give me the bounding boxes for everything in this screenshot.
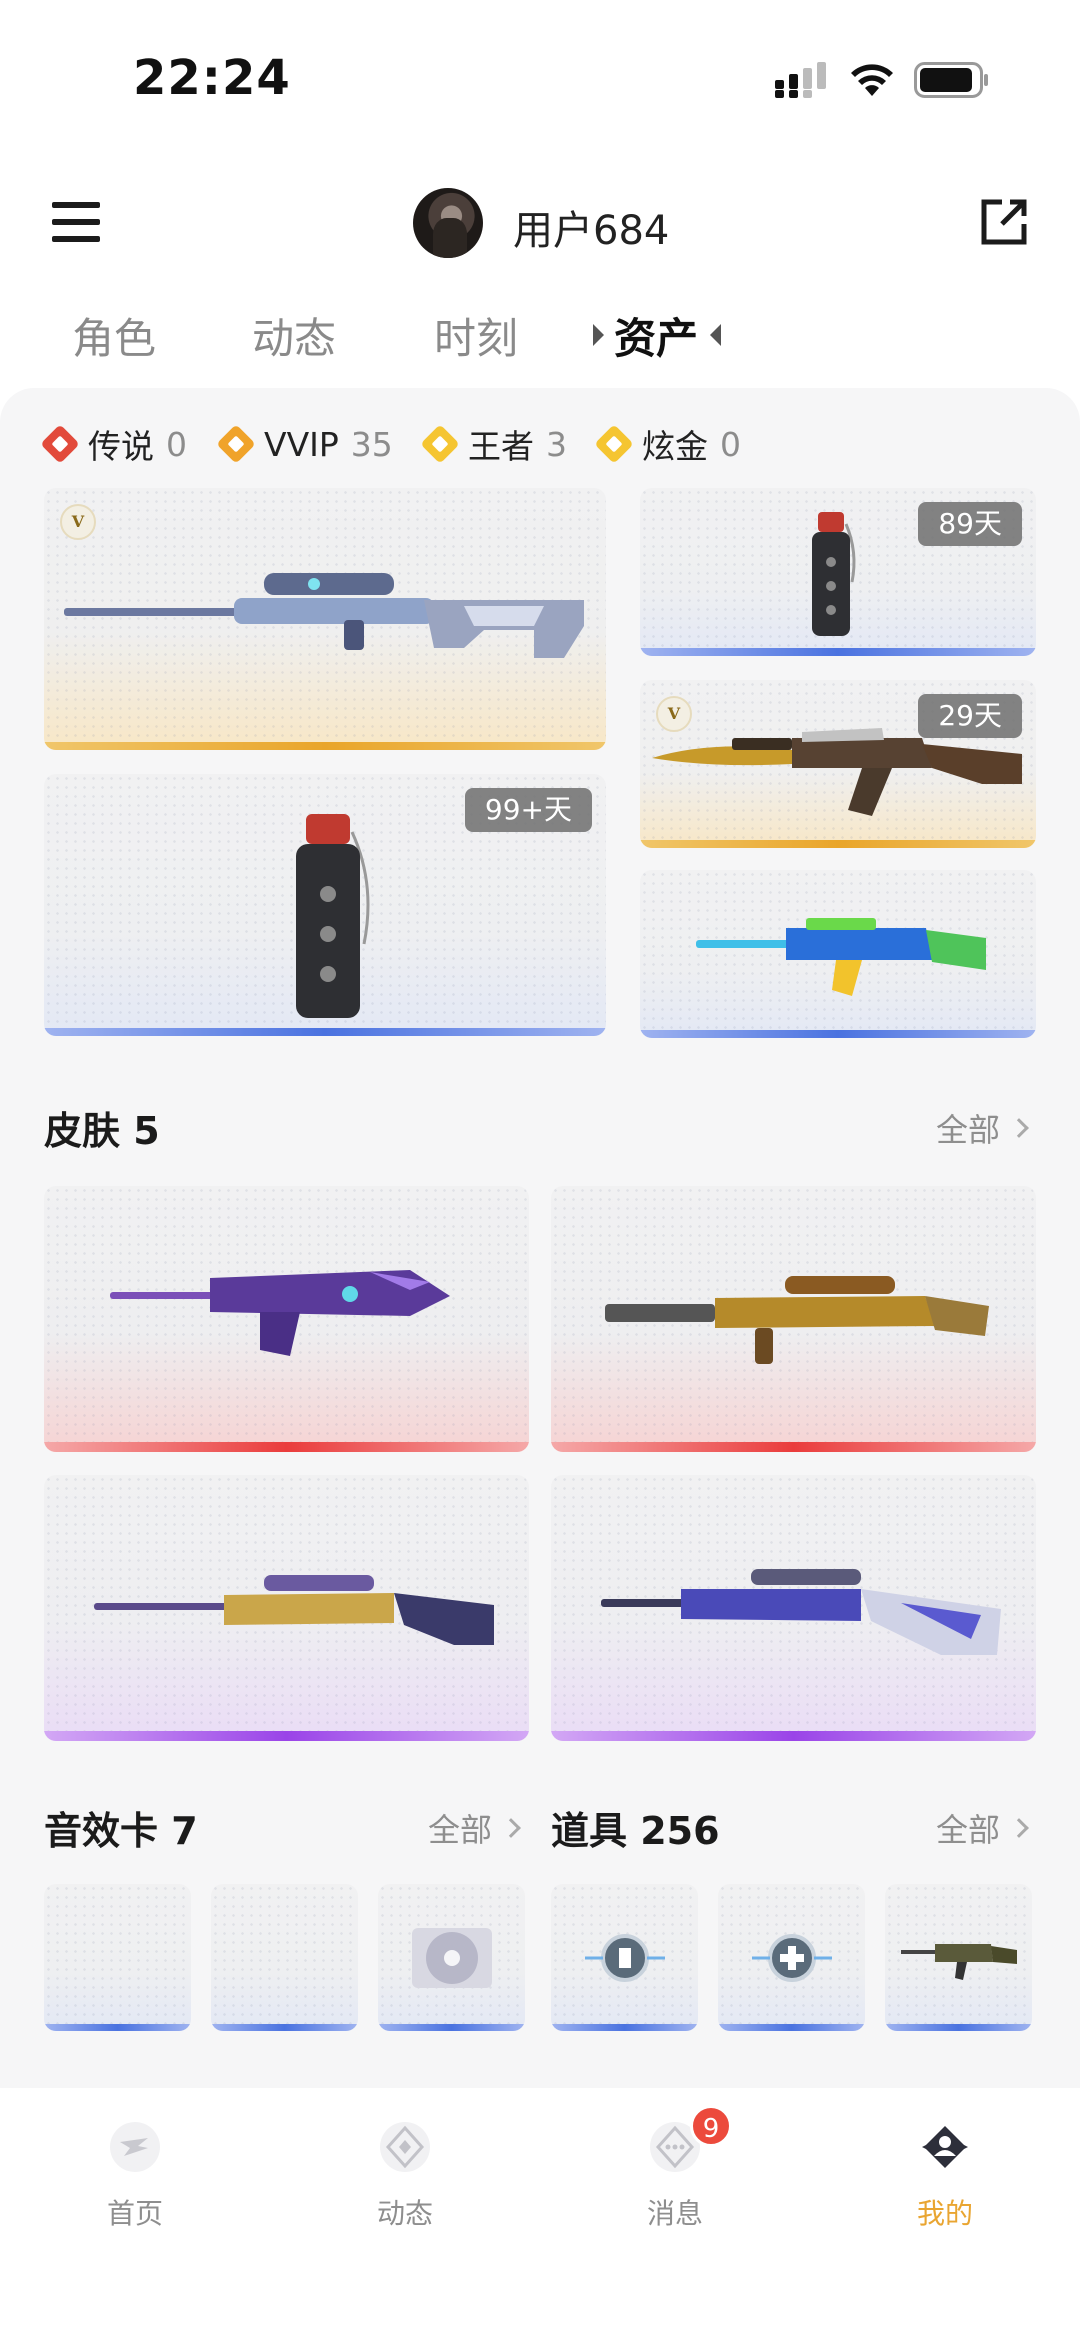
days-badge: 89天 xyxy=(918,502,1022,546)
gold-rank-icon xyxy=(594,424,634,464)
props-title: 道具 256 xyxy=(551,1809,720,1853)
cellular-signal-icon xyxy=(775,62,826,98)
profile-icon xyxy=(922,2126,968,2168)
skin-card[interactable] xyxy=(44,1186,529,1452)
tab-role[interactable]: 角色 xyxy=(72,305,156,366)
skin-sniper-art xyxy=(601,1569,1001,1655)
skin-sniper-art xyxy=(94,1575,494,1645)
nav-feed[interactable]: 动态 xyxy=(325,2120,485,2232)
featured-card-grenade-89[interactable]: 89天 xyxy=(640,488,1036,656)
sound-cards-title: 音效卡 7 xyxy=(44,1809,198,1853)
skin-card[interactable] xyxy=(551,1186,1036,1452)
featured-card-sniper[interactable] xyxy=(44,488,606,750)
home-icon xyxy=(110,2122,160,2172)
tab-feed[interactable]: 动态 xyxy=(252,305,336,366)
tab-indicator-left-icon xyxy=(593,324,604,346)
sniper-rifle-art xyxy=(64,573,584,658)
sound-card-item[interactable] xyxy=(44,1884,191,2031)
prop-item[interactable] xyxy=(885,1884,1032,2031)
chevron-right-icon xyxy=(1009,1118,1029,1138)
avatar[interactable] xyxy=(413,188,483,258)
skin-card[interactable] xyxy=(44,1475,529,1741)
chevron-right-icon xyxy=(1009,1818,1029,1838)
status-time: 22:24 xyxy=(133,50,291,106)
nav-messages[interactable]: 消息 xyxy=(595,2120,755,2232)
username[interactable]: 用户684 xyxy=(513,198,669,256)
vip-icon xyxy=(60,504,96,540)
skin-card[interactable] xyxy=(551,1475,1036,1741)
featured-card-rifle[interactable] xyxy=(640,870,1036,1038)
tab-moments[interactable]: 时刻 xyxy=(434,305,518,366)
feed-icon xyxy=(380,2122,430,2172)
message-count-badge: 9 xyxy=(690,2105,732,2147)
legend-king: 王者 3 xyxy=(420,424,567,466)
legend-gold: 炫金 0 xyxy=(594,424,741,466)
disc-icon xyxy=(412,1928,492,1988)
king-rank-icon xyxy=(420,424,460,464)
skin-sniper-art xyxy=(605,1276,989,1364)
vvip-rank-icon xyxy=(216,424,256,464)
nav-home[interactable]: 首页 xyxy=(55,2120,215,2232)
sound-card-item[interactable] xyxy=(211,1884,358,2031)
skin-rifle-art xyxy=(110,1270,450,1356)
legendary-rank-icon xyxy=(40,424,80,464)
legend-legendary: 传说 0 xyxy=(40,424,187,466)
assault-rifle-art xyxy=(696,918,986,996)
grenade-art xyxy=(812,512,856,636)
prop-rifle-icon xyxy=(901,1944,1017,1980)
share-icon[interactable] xyxy=(980,198,1028,246)
prop-health-icon xyxy=(752,1934,832,1982)
prop-medal-icon xyxy=(585,1934,665,1982)
status-bar: 22:24 xyxy=(0,0,1080,150)
legend-vvip: VVIP 35 xyxy=(216,424,393,464)
battery-icon xyxy=(914,62,988,98)
chevron-right-icon xyxy=(501,1818,521,1838)
days-badge: 99+天 xyxy=(464,788,592,832)
tab-indicator-right-icon xyxy=(710,324,721,346)
days-badge: 29天 xyxy=(918,694,1022,738)
menu-button[interactable] xyxy=(52,200,100,244)
sound-card-item[interactable] xyxy=(378,1884,525,2031)
tab-assets[interactable]: 资产 xyxy=(614,305,698,366)
skins-view-all-link[interactable]: 全部 xyxy=(936,1105,1029,1151)
featured-card-grenade-99[interactable]: 99+天 xyxy=(44,774,606,1036)
featured-card-ak[interactable]: 29天 xyxy=(640,680,1036,848)
prop-item[interactable] xyxy=(718,1884,865,2031)
sound-cards-view-all-link[interactable]: 全部 xyxy=(428,1805,521,1851)
skins-title: 皮肤 5 xyxy=(44,1109,160,1153)
props-view-all-link[interactable]: 全部 xyxy=(936,1805,1029,1851)
nav-profile[interactable]: 我的 xyxy=(865,2120,1025,2232)
grenade-art xyxy=(296,814,370,1018)
prop-item[interactable] xyxy=(551,1884,698,2031)
wifi-icon xyxy=(851,64,893,96)
